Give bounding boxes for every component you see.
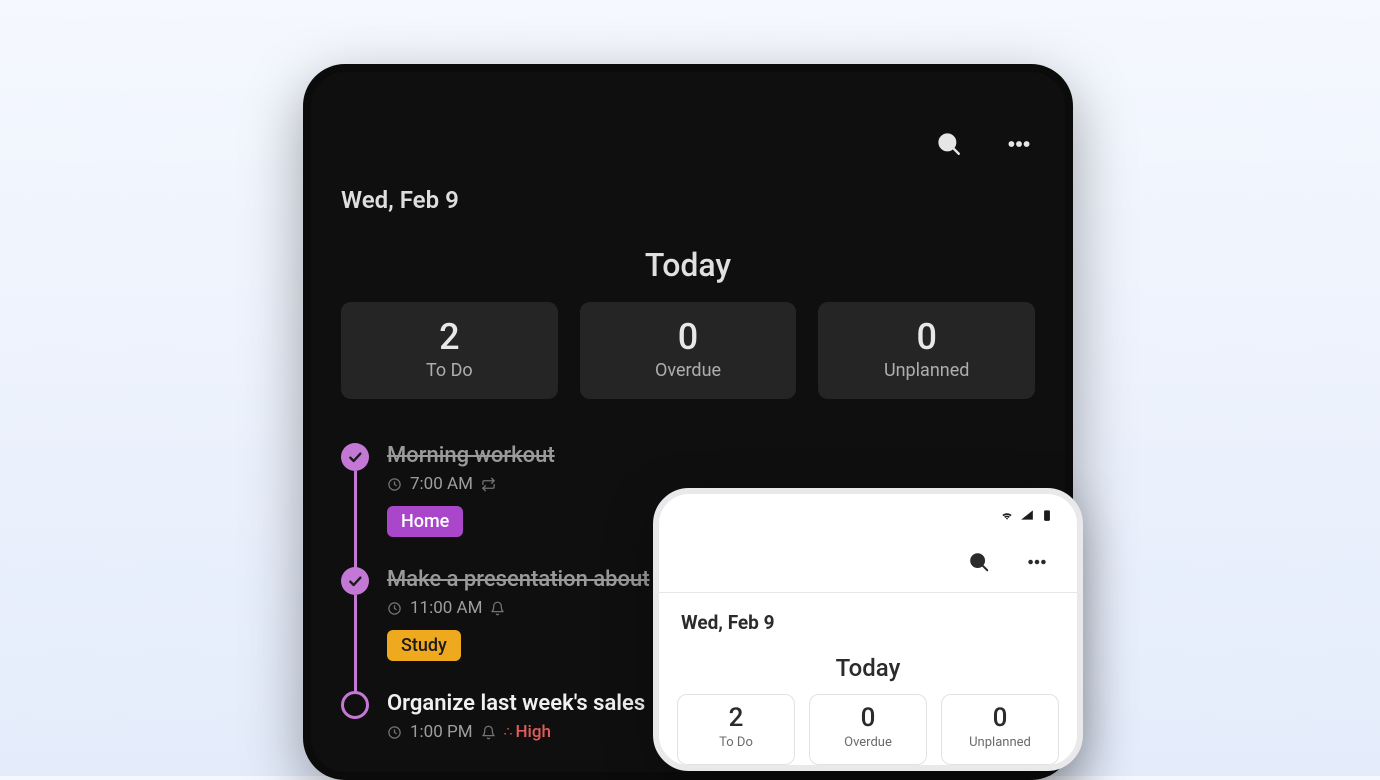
stat-count: 0: [942, 703, 1058, 733]
stat-label: Overdue: [580, 360, 797, 381]
stat-count: 0: [810, 703, 926, 733]
bell-icon: [481, 725, 496, 740]
task-time: 11:00 AM: [410, 598, 482, 618]
stat-card-overdue[interactable]: 0 Overdue: [809, 694, 927, 765]
task-check-open-icon[interactable]: [341, 691, 369, 719]
stat-count: 0: [818, 316, 1035, 358]
status-bar-light: [659, 494, 1077, 524]
signal-icon: [1019, 508, 1035, 522]
task-time: 7:00 AM: [410, 474, 473, 494]
priority-badge: ∴ High: [504, 722, 551, 742]
priority-label: High: [516, 722, 551, 742]
status-bar-dark: [311, 72, 1065, 124]
top-actions-dark: [311, 124, 1065, 170]
clock-icon: [387, 601, 402, 616]
stat-card-overdue[interactable]: 0 Overdue: [580, 302, 797, 399]
date-heading-light: Wed, Feb 9: [659, 593, 1077, 636]
task-time: 1:00 PM: [410, 722, 473, 742]
stat-card-unplanned[interactable]: 0 Unplanned: [818, 302, 1035, 399]
task-tag-study[interactable]: Study: [387, 630, 461, 661]
task-check-done-icon[interactable]: [341, 567, 369, 595]
today-title-light: Today: [659, 636, 1077, 694]
top-actions-light: [659, 524, 1077, 588]
more-icon[interactable]: [1023, 548, 1051, 576]
clock-icon: [387, 477, 402, 492]
more-icon[interactable]: [1005, 130, 1033, 158]
task-tag-home[interactable]: Home: [387, 506, 463, 537]
stat-card-unplanned[interactable]: 0 Unplanned: [941, 694, 1059, 765]
priority-dots-icon: ∴: [504, 724, 512, 740]
stats-row-light: 2 To Do 0 Overdue 0 Unplanned: [659, 694, 1077, 765]
stat-card-todo[interactable]: 2 To Do: [677, 694, 795, 765]
phone-light-frame: Wed, Feb 9 Today 2 To Do 0 Overdue 0 Unp…: [653, 488, 1083, 771]
task-title: Morning workout: [387, 443, 1035, 468]
timeline-connector: [354, 595, 357, 693]
timeline-connector: [354, 471, 357, 569]
stat-count: 0: [580, 316, 797, 358]
stat-label: Overdue: [810, 735, 926, 750]
bell-icon: [490, 601, 505, 616]
stat-count: 2: [341, 316, 558, 358]
stat-label: Unplanned: [942, 735, 1058, 750]
stat-label: Unplanned: [818, 360, 1035, 381]
repeat-icon: [481, 477, 496, 492]
stat-card-todo[interactable]: 2 To Do: [341, 302, 558, 399]
stat-count: 2: [678, 703, 794, 733]
battery-icon: [1039, 508, 1055, 522]
task-check-done-icon[interactable]: [341, 443, 369, 471]
search-icon[interactable]: [935, 130, 963, 158]
wifi-icon: [999, 508, 1015, 522]
stat-label: To Do: [678, 735, 794, 750]
stat-label: To Do: [341, 360, 558, 381]
date-heading-dark: Wed, Feb 9: [311, 170, 1065, 220]
stats-row-dark: 2 To Do 0 Overdue 0 Unplanned: [311, 302, 1065, 399]
clock-icon: [387, 725, 402, 740]
today-title-dark: Today: [311, 220, 1065, 302]
search-icon[interactable]: [965, 548, 993, 576]
